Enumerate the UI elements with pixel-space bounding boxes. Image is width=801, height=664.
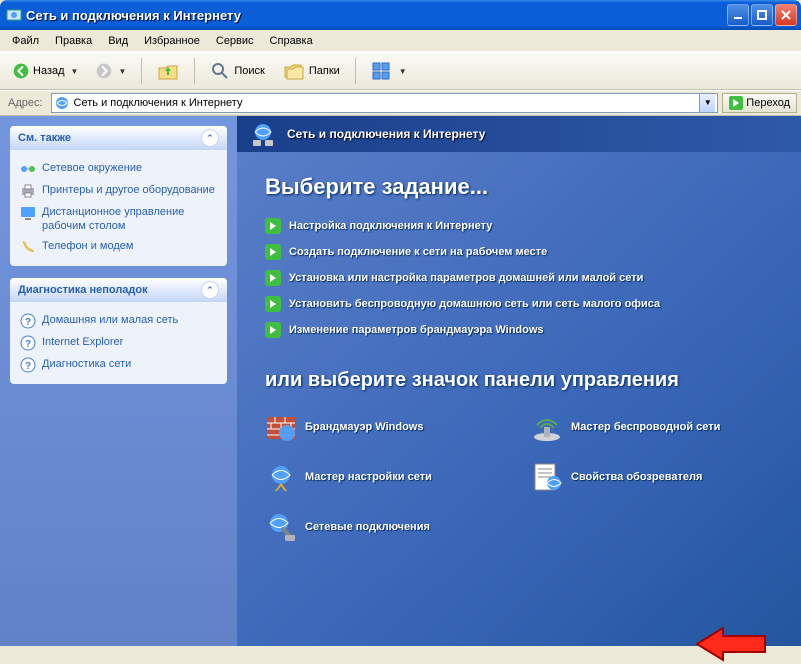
up-button[interactable] bbox=[150, 56, 186, 86]
wireless-icon bbox=[531, 411, 563, 443]
search-label: Поиск bbox=[234, 65, 264, 77]
views-button[interactable]: ▼ bbox=[364, 56, 414, 86]
link-network-diag[interactable]: ? Диагностика сети bbox=[20, 354, 217, 376]
menu-edit[interactable]: Правка bbox=[47, 33, 100, 49]
content-header-title: Сеть и подключения к Интернету bbox=[287, 127, 485, 141]
address-combobox[interactable]: Сеть и подключения к Интернету ▼ bbox=[51, 93, 719, 113]
help-icon: ? bbox=[20, 313, 36, 329]
task-list: Настройка подключения к Интернету Создат… bbox=[265, 218, 773, 338]
window-icon bbox=[6, 7, 22, 23]
chevron-down-icon: ▼ bbox=[399, 67, 407, 76]
cp-firewall[interactable]: Брандмауэр Windows bbox=[265, 411, 507, 443]
menu-file[interactable]: Файл bbox=[4, 33, 47, 49]
menu-bar: Файл Правка Вид Избранное Сервис Справка bbox=[0, 30, 801, 52]
address-label: Адрес: bbox=[4, 97, 47, 109]
chevron-down-icon: ▼ bbox=[118, 67, 126, 76]
address-bar: Адрес: Сеть и подключения к Интернету ▼ … bbox=[0, 90, 801, 116]
forward-button[interactable]: ▼ bbox=[89, 59, 133, 83]
cp-heading: или выберите значок панели управления bbox=[265, 368, 773, 393]
tasks-heading: Выберите задание... bbox=[265, 174, 773, 200]
help-icon: ? bbox=[20, 357, 36, 373]
remote-icon bbox=[20, 205, 36, 221]
cp-internet-options[interactable]: Свойства обозревателя bbox=[531, 461, 773, 493]
go-button[interactable]: Переход bbox=[722, 93, 797, 113]
arrow-icon bbox=[265, 244, 281, 260]
svg-text:?: ? bbox=[25, 339, 31, 350]
arrow-icon bbox=[265, 270, 281, 286]
panel-troubleshoot-header[interactable]: Диагностика неполадок ⌃ bbox=[10, 278, 227, 302]
help-icon: ? bbox=[20, 335, 36, 351]
minimize-button[interactable] bbox=[727, 4, 749, 26]
link-remote-desktop[interactable]: Дистанционное управление рабочим столом bbox=[20, 202, 217, 236]
close-button[interactable] bbox=[775, 4, 797, 26]
internet-options-icon bbox=[531, 461, 563, 493]
address-dropdown-icon[interactable]: ▼ bbox=[699, 94, 715, 112]
go-label: Переход bbox=[746, 97, 790, 109]
panel-troubleshoot-title: Диагностика неполадок bbox=[18, 284, 148, 296]
network-icon bbox=[20, 161, 36, 177]
svg-text:?: ? bbox=[25, 317, 31, 328]
panel-see-also-title: См. также bbox=[18, 132, 71, 144]
maximize-button[interactable] bbox=[751, 4, 773, 26]
link-home-network[interactable]: ? Домашняя или малая сеть bbox=[20, 310, 217, 332]
back-button[interactable]: Назад ▼ bbox=[6, 59, 85, 83]
arrow-icon bbox=[265, 322, 281, 338]
network-connections-icon bbox=[265, 511, 297, 543]
collapse-icon[interactable]: ⌃ bbox=[201, 129, 219, 147]
link-printers[interactable]: Принтеры и другое оборудование bbox=[20, 180, 217, 202]
menu-help[interactable]: Справка bbox=[262, 33, 321, 49]
phone-icon bbox=[20, 239, 36, 255]
firewall-icon bbox=[265, 411, 297, 443]
address-icon bbox=[54, 95, 70, 111]
search-button[interactable]: Поиск bbox=[203, 57, 271, 85]
main-body: См. также ⌃ Сетевое окружение Принтеры и… bbox=[0, 116, 801, 646]
menu-tools[interactable]: Сервис bbox=[208, 33, 262, 49]
content-header: Сеть и подключения к Интернету bbox=[237, 116, 801, 152]
window-title: Сеть и подключения к Интернету bbox=[26, 8, 727, 23]
annotation-arrow bbox=[693, 624, 767, 664]
arrow-icon bbox=[265, 218, 281, 234]
task-workplace-conn[interactable]: Создать подключение к сети на рабочем ме… bbox=[265, 244, 773, 260]
menu-view[interactable]: Вид bbox=[100, 33, 136, 49]
link-phone-modem[interactable]: Телефон и модем bbox=[20, 236, 217, 258]
task-firewall-settings[interactable]: Изменение параметров брандмауэра Windows bbox=[265, 322, 773, 338]
arrow-icon bbox=[265, 296, 281, 312]
collapse-icon[interactable]: ⌃ bbox=[201, 281, 219, 299]
content-pane: Сеть и подключения к Интернету Выберите … bbox=[237, 116, 801, 646]
toolbar-separator bbox=[355, 58, 356, 84]
control-panel-icons: Брандмауэр Windows Мастер беспроводной с… bbox=[265, 411, 773, 543]
address-value: Сеть и подключения к Интернету bbox=[70, 97, 700, 109]
panel-see-also-header[interactable]: См. также ⌃ bbox=[10, 126, 227, 150]
task-home-network[interactable]: Установка или настройка параметров домаш… bbox=[265, 270, 773, 286]
category-icon bbox=[249, 120, 277, 148]
task-wireless-network[interactable]: Установить беспроводную домашнюю сеть ил… bbox=[265, 296, 773, 312]
link-network-places[interactable]: Сетевое окружение bbox=[20, 158, 217, 180]
cp-network-connections[interactable]: Сетевые подключения bbox=[265, 511, 507, 543]
panel-troubleshoot: Диагностика неполадок ⌃ ? Домашняя или м… bbox=[10, 278, 227, 384]
task-pane: См. также ⌃ Сетевое окружение Принтеры и… bbox=[0, 116, 237, 646]
toolbar-separator bbox=[141, 58, 142, 84]
menu-favorites[interactable]: Избранное bbox=[136, 33, 208, 49]
cp-wireless-wizard[interactable]: Мастер беспроводной сети bbox=[531, 411, 773, 443]
back-label: Назад bbox=[33, 65, 65, 77]
printer-icon bbox=[20, 183, 36, 199]
svg-text:?: ? bbox=[25, 361, 31, 372]
window-titlebar[interactable]: Сеть и подключения к Интернету bbox=[0, 0, 801, 30]
cp-network-wizard[interactable]: Мастер настройки сети bbox=[265, 461, 507, 493]
folders-button[interactable]: Папки bbox=[276, 56, 347, 86]
link-ie[interactable]: ? Internet Explorer bbox=[20, 332, 217, 354]
toolbar-separator bbox=[194, 58, 195, 84]
navigation-toolbar: Назад ▼ ▼ Поиск Папки ▼ bbox=[0, 52, 801, 90]
network-wizard-icon bbox=[265, 461, 297, 493]
folders-label: Папки bbox=[309, 65, 340, 77]
chevron-down-icon: ▼ bbox=[71, 67, 79, 76]
panel-see-also: См. также ⌃ Сетевое окружение Принтеры и… bbox=[10, 126, 227, 266]
task-internet-setup[interactable]: Настройка подключения к Интернету bbox=[265, 218, 773, 234]
